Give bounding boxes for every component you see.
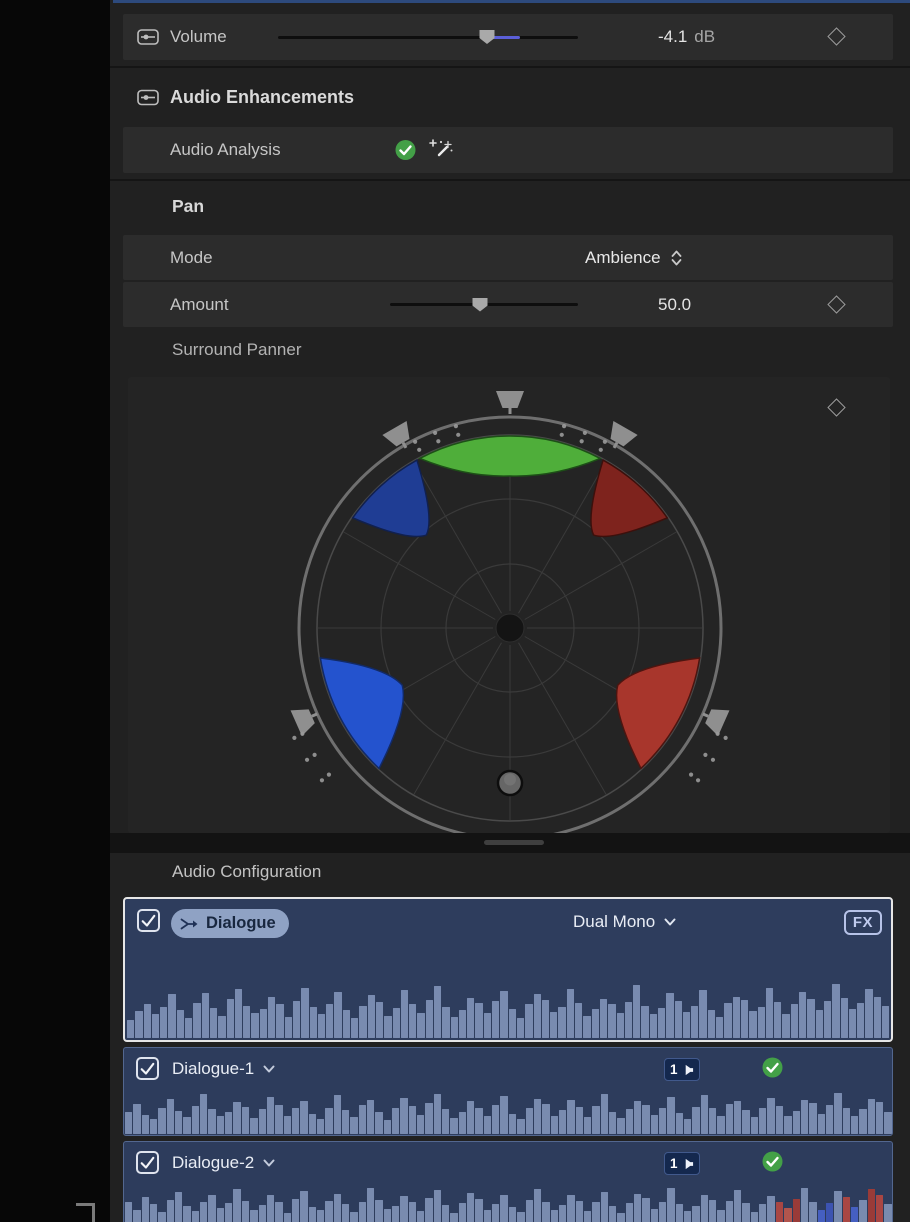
section-divider xyxy=(110,66,910,68)
volume-slider-thumb[interactable] xyxy=(479,30,495,44)
pan-amount-value[interactable]: 50.0 xyxy=(658,295,691,315)
volume-keyframe-button[interactable] xyxy=(827,27,846,46)
surround-panner-label: Surround Panner xyxy=(172,340,302,359)
track-card-dialogue[interactable]: Dialogue Dual Mono FX xyxy=(123,897,893,1042)
fx-badge[interactable]: FX xyxy=(843,910,882,935)
selection-accent-line xyxy=(113,0,910,3)
checkmark-icon xyxy=(140,1156,155,1169)
controls-icon xyxy=(137,29,159,46)
section-divider xyxy=(110,179,910,181)
pan-mode-label: Mode xyxy=(170,247,213,267)
controls-icon xyxy=(137,89,159,106)
speaker-glyph-front-left xyxy=(382,420,410,449)
channel-count-badge: 1 xyxy=(664,1058,700,1081)
track-name-dropdown[interactable]: Dialogue-1 xyxy=(172,1059,275,1079)
track-card-dialogue-2[interactable]: Dialogue-2 1 xyxy=(123,1141,893,1222)
analysis-ok-icon xyxy=(395,140,416,161)
volume-unit: dB xyxy=(694,27,716,46)
audio-analysis-label: Audio Analysis xyxy=(170,140,281,159)
waveform-dialogue xyxy=(127,982,890,1038)
pan-amount-slider-thumb[interactable] xyxy=(472,297,488,312)
audio-enhancements-header: Audio Enhancements xyxy=(137,87,354,108)
track-enable-checkbox[interactable] xyxy=(136,1057,159,1080)
enhance-wand-icon[interactable] xyxy=(428,138,454,162)
channel-format-value[interactable]: Dual Mono xyxy=(573,912,655,932)
analysis-ok-icon xyxy=(762,1151,783,1172)
pan-mode-row: Mode Ambience xyxy=(123,235,893,280)
track-enable-checkbox[interactable] xyxy=(137,909,160,932)
audio-configuration-header: Audio Configuration xyxy=(172,862,322,881)
checkmark-icon xyxy=(141,914,156,927)
waveform-dialogue-1 xyxy=(125,1090,892,1134)
checkmark-icon xyxy=(140,1062,155,1075)
volume-value[interactable]: -4.1 dB xyxy=(658,27,715,47)
pan-mode-popup[interactable]: Ambience xyxy=(585,248,683,268)
drag-handle[interactable] xyxy=(484,840,544,845)
volume-label: Volume xyxy=(170,27,227,46)
audio-analysis-row: Audio Analysis xyxy=(123,127,893,173)
track-name-dropdown[interactable]: Dialogue-2 xyxy=(172,1153,275,1173)
channel-format-select[interactable]: Dual Mono xyxy=(573,912,676,932)
track-enable-checkbox[interactable] xyxy=(136,1151,159,1174)
chevron-down-icon xyxy=(263,1065,275,1073)
resize-separator[interactable] xyxy=(110,833,910,853)
audio-enhancements-title: Audio Enhancements xyxy=(170,87,355,107)
track-card-dialogue-1[interactable]: Dialogue-1 1 xyxy=(123,1047,893,1136)
chevron-down-icon xyxy=(664,918,676,926)
speaker-glyph-center xyxy=(496,391,524,414)
volume-slider-accent xyxy=(492,35,520,39)
speaker-icon xyxy=(685,1158,693,1169)
speaker-glyph-front-right xyxy=(610,420,638,449)
surround-panner[interactable] xyxy=(128,377,890,833)
role-merge-arrow-icon xyxy=(180,918,198,929)
pan-amount-keyframe-button[interactable] xyxy=(827,294,846,314)
speaker-icon xyxy=(685,1064,693,1075)
left-sidebar xyxy=(0,0,111,1222)
track-name[interactable]: Dialogue-1 xyxy=(172,1059,254,1079)
volume-row: Volume -4.1 dB xyxy=(123,14,893,60)
audio-inspector-panel: Volume -4.1 dB Audio Enhancements Audio A… xyxy=(110,0,910,1222)
channel-count-badge: 1 xyxy=(664,1152,700,1175)
volume-number[interactable]: -4.1 xyxy=(658,27,687,46)
pan-amount-row: Amount 50.0 xyxy=(123,282,893,327)
role-pill[interactable]: Dialogue xyxy=(171,909,289,938)
role-pill-label: Dialogue xyxy=(206,914,276,932)
volume-slider-track[interactable] xyxy=(278,35,578,39)
analysis-ok-icon xyxy=(762,1057,783,1078)
track-name[interactable]: Dialogue-2 xyxy=(172,1153,254,1173)
pan-header: Pan xyxy=(172,196,205,216)
chevron-down-icon xyxy=(263,1159,275,1167)
surround-panner-canvas[interactable] xyxy=(128,377,890,833)
channel-count: 1 xyxy=(670,1156,678,1171)
pan-mode-value[interactable]: Ambience xyxy=(585,248,661,268)
pan-amount-slider[interactable] xyxy=(390,282,578,327)
timeline-fragment xyxy=(76,1203,95,1222)
channel-count: 1 xyxy=(670,1062,678,1077)
volume-slider[interactable] xyxy=(278,14,578,60)
waveform-dialogue-2 xyxy=(125,1184,892,1222)
inspector-screenshot: Volume -4.1 dB Audio Enhancements Audio A… xyxy=(0,0,910,1222)
stepper-chevrons-icon[interactable] xyxy=(670,248,683,268)
pan-amount-label: Amount xyxy=(170,294,229,314)
